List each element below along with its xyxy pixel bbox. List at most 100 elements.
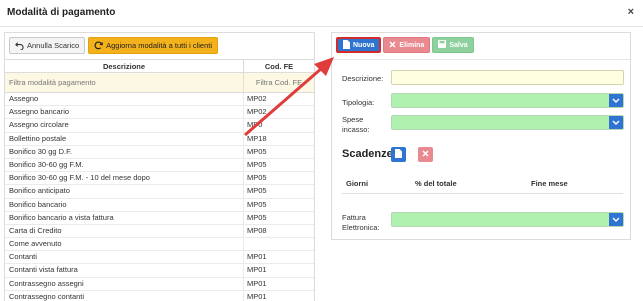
delete-button[interactable]: Elimina (383, 37, 431, 53)
table-row[interactable]: Bonifico 30-60 gg F.M. - 10 del mese dop… (5, 172, 314, 186)
dialog-titlebar: Modalità di pagamento × (0, 0, 643, 27)
row-description: Contrassegno contanti (5, 290, 244, 301)
row-code (244, 238, 314, 250)
chevron-down-icon (609, 213, 623, 226)
table-row[interactable]: Bonifico bancario MP05 (5, 198, 314, 212)
new-button[interactable]: Nuova (336, 37, 382, 53)
row-code: MP01 (247, 252, 267, 262)
row-description: Contrassegno assegni (5, 277, 244, 290)
table-row[interactable]: Bonifico 30-60 gg F.M. MP05 (5, 158, 314, 173)
column-header-percent: % del totale (415, 179, 457, 188)
table-row[interactable]: Come avvenuto (5, 238, 314, 252)
detail-toolbar: Nuova Elimina Salva (336, 37, 474, 53)
einvoice-label-line1: Fattura (342, 213, 366, 222)
grid-header: Descrizione Cod. FE (5, 59, 314, 73)
chevron-down-icon (609, 94, 623, 107)
dialog-title: Modalità di pagamento (7, 7, 116, 18)
refresh-icon (94, 41, 104, 50)
undo-icon (15, 41, 24, 50)
fees-select[interactable] (391, 115, 624, 130)
einvoice-label-line2: Elettronica: (342, 223, 380, 232)
chevron-down-icon (609, 116, 623, 129)
fees-label-line1: Spese (342, 115, 364, 124)
row-code: MP0 (247, 120, 263, 130)
deadlines-title: Scadenze (342, 148, 393, 160)
row-description: Bonifico bancario (5, 198, 244, 211)
toolbar-divider (332, 59, 630, 60)
table-row[interactable]: Contanti vista fattura MP01 (5, 264, 314, 278)
description-label: Descrizione: (342, 74, 384, 83)
grid-body: Assegno MP02 Assegno bancario MP02 Assegno c… (5, 93, 314, 301)
add-deadline-button[interactable] (391, 147, 406, 162)
row-code: MP01 (247, 291, 267, 301)
row-description: Come avvenuto (5, 238, 244, 251)
row-code: MP05 (247, 159, 267, 169)
table-row[interactable]: Bonifico bancario a vista fattura MP05 (5, 211, 314, 225)
table-row[interactable]: Assegno circolare MP0 (5, 119, 314, 133)
row-description: Assegno (5, 93, 244, 106)
row-description: Contanti (5, 251, 244, 264)
update-all-clients-label: Aggiorna modalità a tutti i clienti (106, 41, 213, 50)
deadlines-header: Giorni % del totale Fine mese (332, 175, 630, 189)
table-row[interactable]: Carta di Credito MP08 (5, 224, 314, 239)
table-row[interactable]: Bonifico anticipato MP05 (5, 185, 314, 199)
left-toolbar: Annulla Scarico Aggiorna modalità a tutt… (9, 37, 219, 55)
row-description: Bonifico bancario a vista fattura (5, 211, 244, 224)
detail-panel: Nuova Elimina Salva Descrizione: Tipolog… (331, 32, 631, 240)
times-icon (422, 150, 429, 159)
row-description: Bonifico 30 gg D.F. (5, 145, 244, 158)
row-code: MP05 (247, 173, 267, 183)
deadlines-divider (342, 193, 623, 194)
row-code: MP05 (247, 186, 267, 196)
einvoice-select[interactable] (391, 212, 624, 227)
filter-description-input[interactable]: Filtra modalità pagamento (5, 73, 244, 92)
column-header-end-month: Fine mese (531, 179, 568, 188)
row-code: MP05 (247, 212, 267, 222)
delete-button-label: Elimina (399, 41, 425, 49)
row-description: Assegno bancario (5, 106, 244, 119)
cancel-download-label: Annulla Scarico (27, 41, 80, 50)
row-description: Carta di Credito (5, 224, 244, 238)
row-code: MP02 (247, 94, 267, 103)
row-code: MP01 (247, 265, 267, 275)
column-header-days: Giorni (346, 179, 369, 188)
column-header-description[interactable]: Descrizione (5, 60, 244, 72)
row-code: MP02 (247, 107, 267, 117)
row-description: Bonifico 30-60 gg F.M. - 10 del mese dop… (5, 172, 244, 185)
payment-methods-panel: Annulla Scarico Aggiorna modalità a tutt… (4, 32, 315, 301)
times-icon (389, 40, 396, 50)
table-row[interactable]: Bonifico 30 gg D.F. MP05 (5, 145, 314, 159)
table-row[interactable]: Contanti MP01 (5, 251, 314, 265)
remove-deadline-button[interactable] (418, 147, 433, 162)
save-button[interactable]: Salva (432, 37, 474, 53)
new-button-label: Nuova (353, 41, 375, 49)
update-all-clients-button[interactable]: Aggiorna modalità a tutti i clienti (88, 37, 219, 54)
row-code: MP08 (247, 225, 267, 235)
row-code: MP05 (247, 199, 267, 209)
row-description: Bonifico 30-60 gg F.M. (5, 158, 244, 172)
description-input[interactable] (391, 70, 624, 85)
row-code: MP18 (247, 133, 267, 143)
table-row[interactable]: Contrassegno contanti MP01 (5, 290, 314, 301)
row-description: Bonifico anticipato (5, 185, 244, 198)
table-row[interactable]: Contrassegno assegni MP01 (5, 277, 314, 291)
floppy-icon (438, 40, 447, 50)
cancel-download-button[interactable]: Annulla Scarico (9, 37, 86, 54)
column-header-code[interactable]: Cod. FE (244, 60, 314, 72)
filter-row: Filtra modalità pagamento Filtra Cod. FE (5, 73, 314, 93)
file-icon (343, 39, 350, 51)
row-code: MP01 (247, 278, 267, 288)
row-code: MP05 (247, 146, 267, 156)
table-row[interactable]: Assegno MP02 (5, 93, 314, 107)
type-select[interactable] (391, 93, 624, 108)
row-description: Assegno circolare (5, 119, 244, 132)
row-description: Bollettino postale (5, 132, 244, 145)
fees-label-line2: incasso: (342, 125, 370, 134)
table-row[interactable]: Bollettino postale MP18 (5, 132, 314, 146)
type-label: Tipologia: (342, 98, 375, 107)
save-button-label: Salva (449, 41, 468, 49)
filter-code-input[interactable]: Filtra Cod. FE (244, 73, 314, 92)
close-icon[interactable]: × (628, 6, 634, 18)
file-icon (395, 149, 402, 160)
table-row[interactable]: Assegno bancario MP02 (5, 106, 314, 120)
